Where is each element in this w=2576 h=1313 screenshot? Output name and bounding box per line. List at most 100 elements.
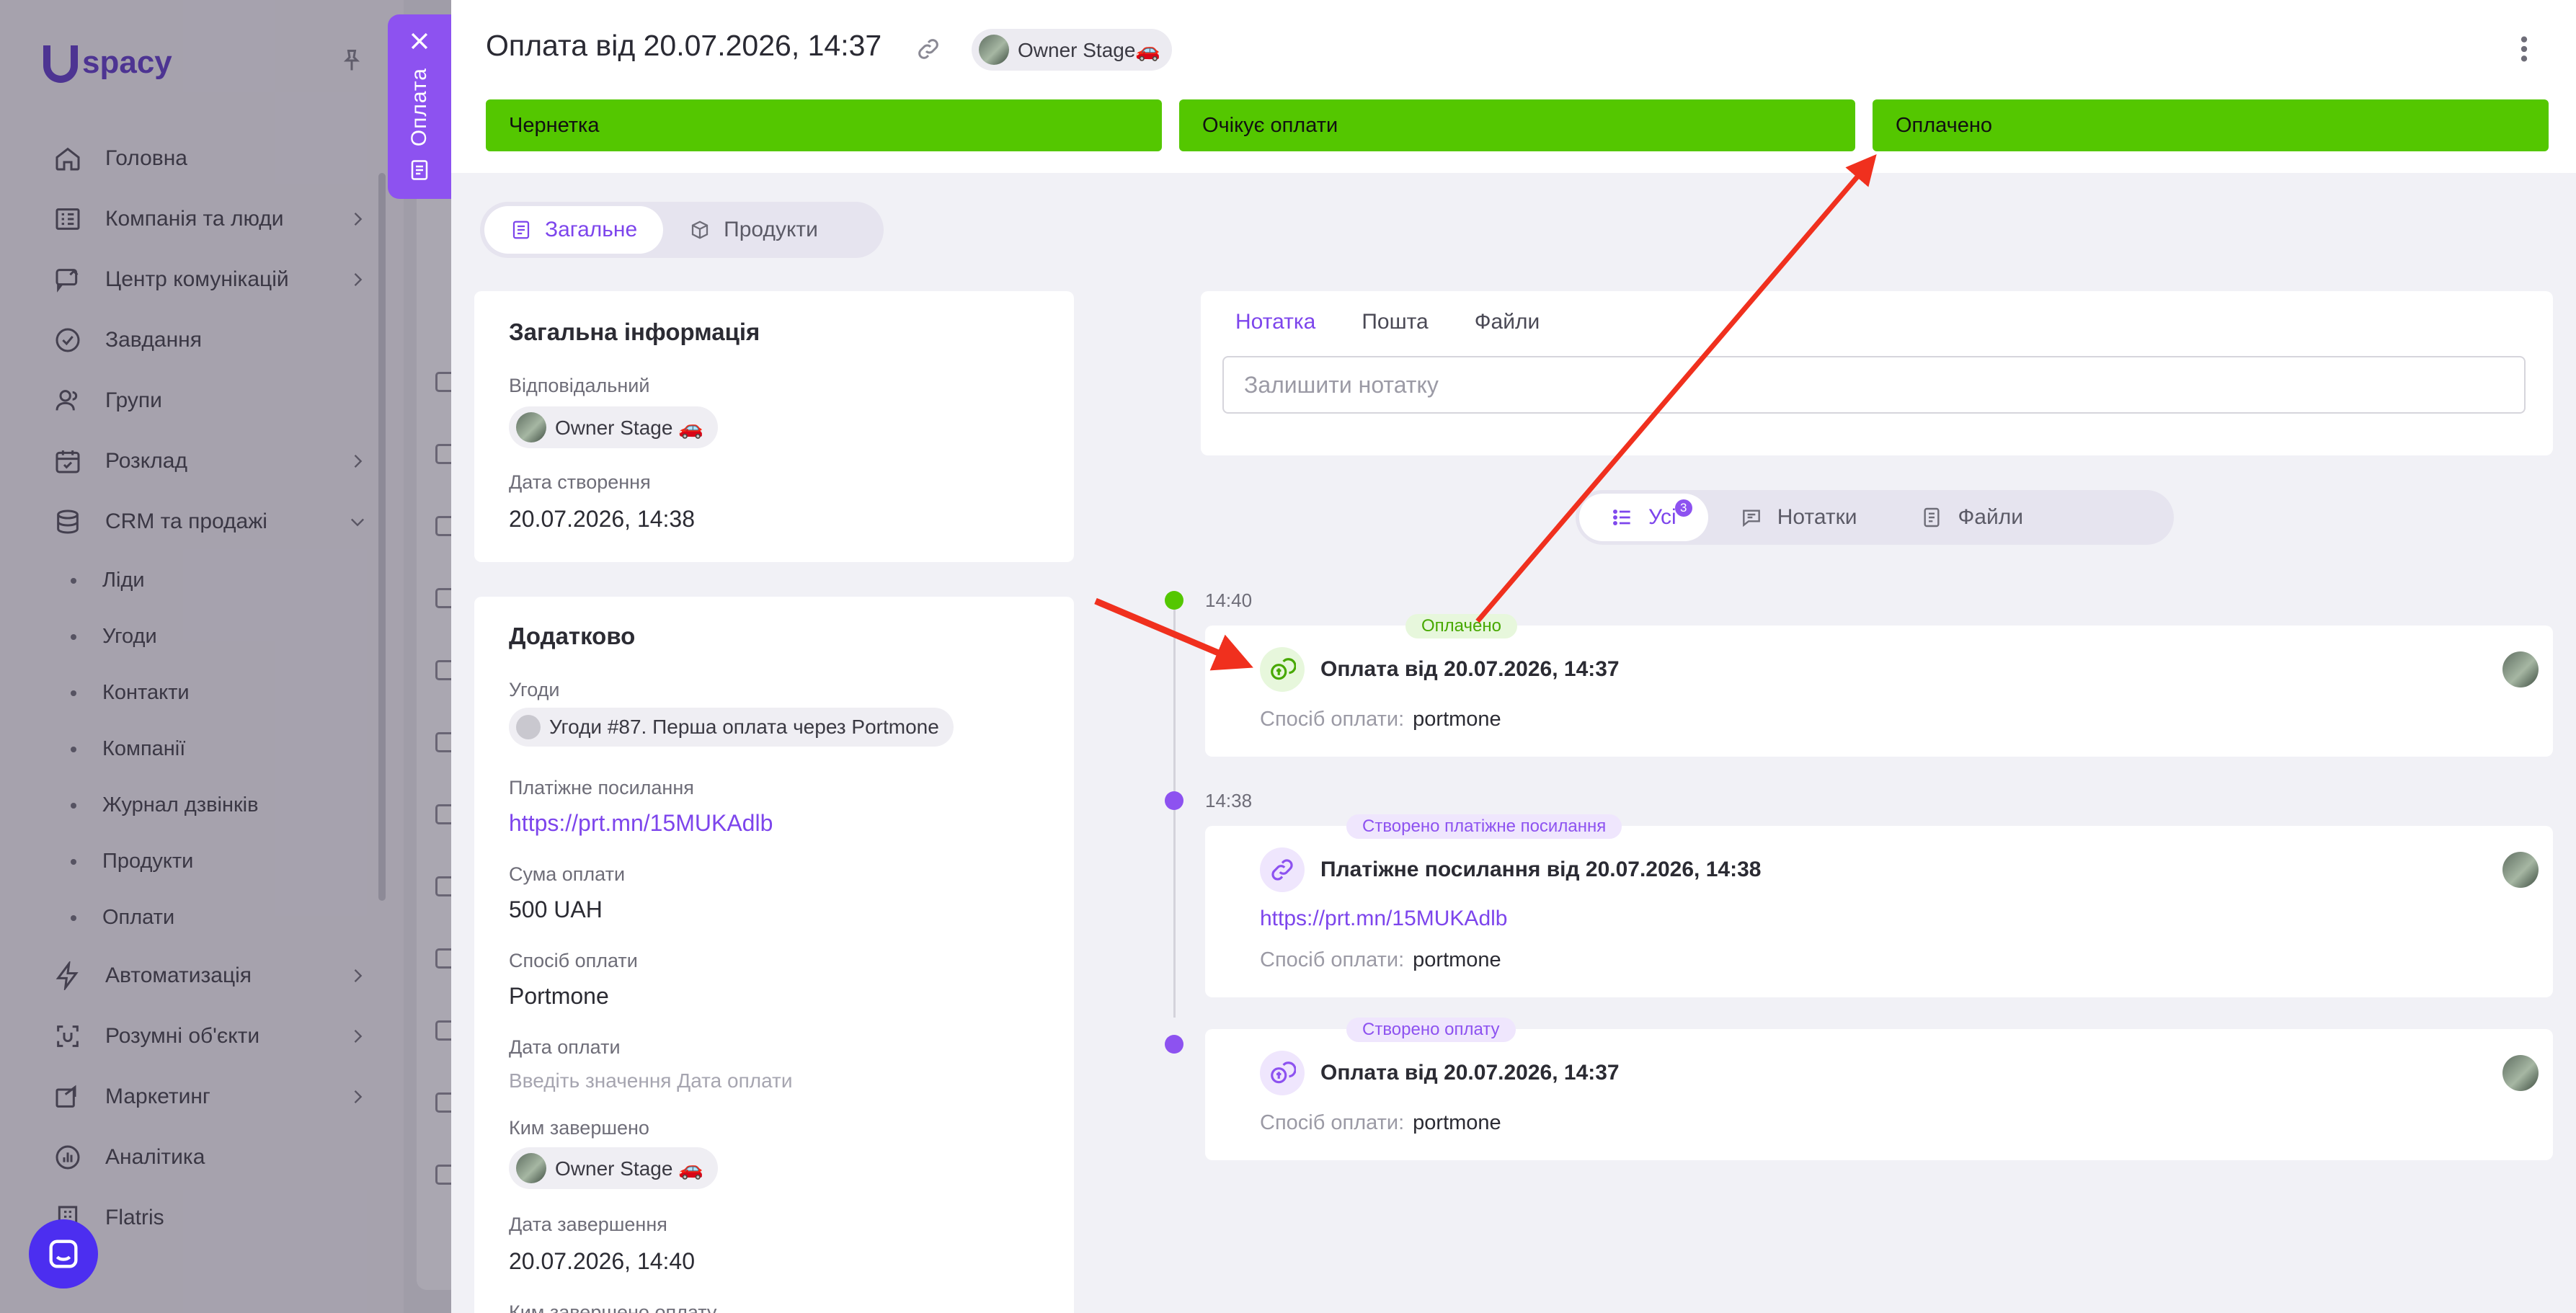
timeline-dot [1165,1035,1183,1054]
panel-header: Оплата від 20.07.2026, 14:37 Owner Stage… [451,0,2576,173]
panel-side-tab[interactable]: Оплата [388,14,451,199]
note-tabs: Нотатка Пошта Файли [1235,310,1540,334]
created-date: 20.07.2026, 14:38 [509,506,696,532]
timeline-dot [1165,591,1183,610]
note-card: Нотатка Пошта Файли Залишити нотатку [1201,291,2553,455]
event-title[interactable]: Оплата від 20.07.2026, 14:37 [1320,1061,1620,1085]
meta-value: portmone [1413,1111,1501,1134]
file-icon [1924,507,1940,528]
owner-name: Owner Stage🚗 [1018,38,1161,61]
stage-awaiting-payment[interactable]: Очікує оплати [1179,99,1855,151]
tab-label: Загальне [545,218,638,241]
timeline-time: 14:40 [1205,589,1253,611]
timeline-event-link-created[interactable]: Створено платіжне посилання Платіжне пос… [1205,814,2553,997]
box-icon [692,221,709,239]
additional-card: Додатково Угоди Угоди #87. Перша оплата … [474,597,1074,1313]
detail-tabs: Загальне Продукти [480,202,884,258]
tab-general[interactable]: Загальне [484,206,664,254]
tab-products[interactable]: Продукти [663,206,844,254]
meta-value: portmone [1413,708,1501,731]
field-label: Спосіб оплати [509,950,638,971]
field-label: Угоди [509,679,560,700]
avatar [979,35,1009,65]
deal-name: Угоди #87. Перша оплата через Portmone [549,716,939,738]
close-icon[interactable] [407,29,432,53]
card-title: Загальна інформація [509,319,760,345]
filter-all[interactable]: Усі 3 [1579,494,1708,541]
filter-label: Нотатки [1777,505,1857,529]
deal-chip[interactable]: Угоди #87. Перша оплата через Portmone [509,708,954,747]
page-title: Оплата від 20.07.2026, 14:37 [486,29,882,62]
payment-coins-icon [1260,1051,1305,1095]
amount-value[interactable]: 500 UAH [509,896,603,923]
event-tag: Створено оплату [1346,1018,1516,1042]
list-doc-icon [512,221,530,239]
event-meta: Спосіб оплати: portmone [1260,708,1501,731]
more-options-icon[interactable] [2518,35,2530,63]
note-input[interactable]: Залишити нотатку [1222,356,2526,414]
field-label: Дата завершення [509,1214,667,1235]
count-badge: 3 [1674,499,1692,517]
card-title: Додатково [509,623,636,649]
stage-paid[interactable]: Оплачено [1873,99,2549,151]
avatar [2502,1055,2539,1091]
payment-panel: Оплата від 20.07.2026, 14:37 Owner Stage… [451,0,2576,1313]
link-icon [1260,847,1305,892]
chat-bubble-icon [49,1239,78,1268]
filter-notes[interactable]: Нотатки [1708,494,1889,541]
responsible-chip[interactable]: Owner Stage 🚗 [509,406,719,448]
field-label: Відповідальний [509,375,650,396]
meta-label: Спосіб оплати: [1260,1111,1405,1134]
filter-files[interactable]: Файли [1888,494,2055,541]
event-meta: Спосіб оплати: portmone [1260,1111,1501,1135]
event-title[interactable]: Оплата від 20.07.2026, 14:37 [1320,657,1620,682]
list-icon [1613,509,1630,525]
stage-draft[interactable]: Чернетка [486,99,1162,151]
support-chat-button[interactable] [29,1219,98,1288]
paydate-input[interactable]: Введіть значення Дата оплати [509,1069,793,1092]
tab-label: Продукти [724,218,818,241]
field-label: Дата створення [509,471,651,493]
payment-link[interactable]: https://prt.mn/15MUKAdlb [509,810,773,837]
link-icon[interactable] [915,36,941,62]
method-value[interactable]: Portmone [509,983,609,1010]
filter-label: Файли [1958,505,2023,529]
avatar [2502,651,2539,687]
field-label: Платіжне посилання [509,777,694,798]
tab-files[interactable]: Файли [1475,310,1540,334]
field-label: Ким завершено оплату [509,1301,717,1313]
event-link[interactable]: https://prt.mn/15MUKAdlb [1260,907,1507,931]
stage-bar: Чернетка Очікує оплати Оплачено [486,99,2549,151]
event-tag: Оплачено [1405,614,1517,638]
field-label: Дата оплати [509,1036,621,1058]
side-tab-label: Оплата [407,68,431,147]
timeline-filters: Усі 3 Нотатки Файли [1576,490,2174,545]
deal-icon [516,715,541,739]
filter-label: Усі [1648,505,1676,529]
timeline-time: 14:38 [1205,790,1253,811]
completed-date: 20.07.2026, 14:40 [509,1248,696,1274]
timeline-event-payment-created[interactable]: Створено оплату Оплата від 20.07.2026, 1… [1205,1018,2553,1160]
avatar [516,412,546,442]
completed-by-chip[interactable]: Owner Stage 🚗 [509,1147,719,1189]
timeline-dot [1165,791,1183,810]
avatar [2502,852,2539,888]
tab-note[interactable]: Нотатка [1235,310,1315,334]
field-label: Сума оплати [509,863,626,885]
comment-icon [1742,509,1760,528]
general-info-card: Загальна інформація Відповідальний Owner… [474,291,1074,562]
document-icon [411,160,428,180]
tab-mail[interactable]: Пошта [1362,310,1428,334]
meta-label: Спосіб оплати: [1260,948,1405,971]
payment-coins-icon [1260,647,1305,692]
responsible-name: Owner Stage 🚗 [555,416,704,439]
field-label: Ким завершено [509,1117,649,1139]
completed-by-name: Owner Stage 🚗 [555,1157,704,1180]
avatar [516,1153,546,1183]
meta-label: Спосіб оплати: [1260,708,1405,731]
event-title[interactable]: Платіжне посилання від 20.07.2026, 14:38 [1320,858,1761,882]
timeline-event-paid[interactable]: Оплачено Оплата від 20.07.2026, 14:37 Сп… [1205,614,2553,757]
owner-chip[interactable]: Owner Stage🚗 [972,29,1173,71]
meta-value: portmone [1413,948,1501,971]
event-tag: Створено платіжне посилання [1346,814,1622,839]
